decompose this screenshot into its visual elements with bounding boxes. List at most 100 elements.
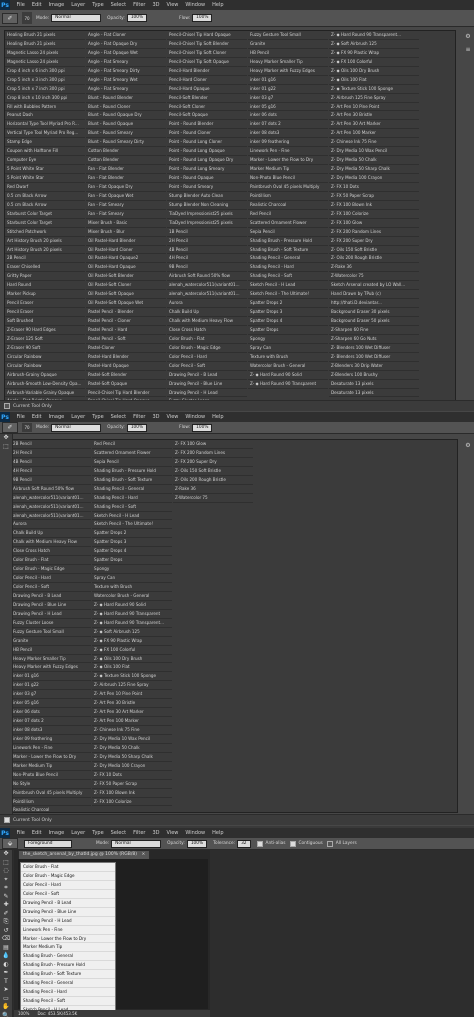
preset-item[interactable]: Texture with Brush xyxy=(92,583,172,592)
preset-item[interactable]: Blunt - Round Smeary xyxy=(86,129,166,139)
preset-item[interactable]: Linework Pen - Fine xyxy=(248,147,328,157)
preset-item[interactable]: Crop 4 inch x 6 inch 300 ppi xyxy=(5,67,85,76)
menu-layer[interactable]: Layer xyxy=(68,414,89,420)
preset-item[interactable]: Color Brush - Magic Edge xyxy=(167,344,247,353)
preset-item[interactable]: Z-Eraser 90 Hard Edges xyxy=(5,326,85,335)
preset-item[interactable]: Angle - Flat Smeary Wet xyxy=(86,76,166,85)
preset-item[interactable]: Scattered Ornament Flower xyxy=(92,449,172,458)
preset-item[interactable]: inker 08 dots3 xyxy=(248,129,328,139)
preset-item[interactable]: Realistic Charcoal xyxy=(11,806,91,812)
preset-item[interactable]: Spatter Drops 3 xyxy=(92,538,172,548)
preset-item[interactable]: Pastel Pencil - Soft xyxy=(86,335,166,344)
preset-item[interactable]: Granite xyxy=(11,637,91,646)
menu-3d[interactable]: 3D xyxy=(149,830,163,836)
preset-item[interactable]: 5 Point White Star xyxy=(5,174,85,183)
preset-item[interactable]: http://thati.D.deviantar... xyxy=(329,299,419,309)
all-layers-checkbox[interactable] xyxy=(326,840,333,847)
preset-item[interactable]: Drawing Pencil - H Lead xyxy=(167,389,247,398)
menu-image[interactable]: Image xyxy=(45,414,68,420)
opacity-field[interactable]: 100% xyxy=(126,423,148,432)
flow-field[interactable]: 100% xyxy=(192,423,213,432)
preset-item[interactable]: Pencil-Chisel Tip Hard Blender xyxy=(86,389,166,398)
preset-item[interactable]: Shading Pencil - Soft xyxy=(248,272,328,282)
preset-item[interactable]: Z- ◆ Hard Round 90 Transparent... xyxy=(329,31,419,40)
preset-item[interactable]: Z-Eraser 90 Soft xyxy=(5,344,85,353)
preset-item[interactable]: Shading Pencil - Soft xyxy=(92,503,172,512)
preset-item[interactable]: Z- ◆ Hard Round 90 Solid xyxy=(248,371,328,380)
preset-item[interactable]: Point - Round Long Cloner xyxy=(167,138,247,148)
preset-item[interactable]: Cotton Blender xyxy=(86,147,166,157)
preset-item[interactable]: Starburst Color Target xyxy=(5,210,85,219)
preset-item[interactable]: inker 03 g7 xyxy=(248,94,328,103)
preset-item[interactable]: Drawing Pencil - B Lead xyxy=(167,371,247,380)
preset-item[interactable]: Heavy Marker Smaller Tip xyxy=(11,655,91,664)
menu-type[interactable]: Type xyxy=(89,830,107,836)
preset-item[interactable]: Z- ◆ FX 100 Colorful xyxy=(92,646,172,655)
preset-item[interactable]: Non-Photo Blue Pencil xyxy=(248,174,328,183)
preset-item[interactable]: 4H Pencil xyxy=(167,254,247,264)
preset-item[interactable]: Drawing Pencil - H Lead xyxy=(11,610,91,619)
preset-item[interactable]: Scattered Ornament Flower xyxy=(248,219,328,228)
preset-item[interactable]: Z- Oils 150 Soft Bristle xyxy=(173,467,253,476)
preset-item[interactable]: Fuzzy Cluster Loose xyxy=(11,619,91,628)
preset-item[interactable]: Color Brush - Magic Edge xyxy=(11,565,91,575)
brush-tool-icon[interactable]: ✐ xyxy=(2,422,18,433)
preset-item[interactable]: Shading Brush - Soft Texture xyxy=(92,476,172,485)
preset-item[interactable]: Granite xyxy=(248,40,328,49)
preset-item[interactable]: Oil Pastel-Soft Opaque xyxy=(86,290,166,300)
preset-item[interactable]: Marker - Lower the Flow to Dry xyxy=(21,934,115,944)
preset-item[interactable]: Coupon with Halftone Fill xyxy=(5,147,85,157)
preset-item[interactable]: Sketch Pencil - The Ultimate! xyxy=(92,520,172,530)
preset-item[interactable]: Oil Pastel-Hard Blender xyxy=(86,237,166,246)
preset-item[interactable]: inker 06 dots xyxy=(11,708,91,718)
preset-item[interactable]: Angle - Flat Opaque Wet xyxy=(86,49,166,58)
preset-item[interactable]: Pastel-Hard Blender xyxy=(86,353,166,362)
preset-item[interactable]: Z- Blenders 100 Wet Diffuser xyxy=(329,353,419,362)
menu-select[interactable]: Select xyxy=(107,830,129,836)
preset-item[interactable]: Z- Art Pen 100 Marker xyxy=(92,717,172,726)
menu-type[interactable]: Type xyxy=(89,414,107,420)
preset-item[interactable]: Pastel-Cloner xyxy=(86,344,166,353)
preset-item[interactable]: Angle - Flat Cloner xyxy=(86,31,166,40)
preset-item[interactable]: Texture with Brush xyxy=(248,353,328,362)
preset-item[interactable]: Spatter Drops 2 xyxy=(248,299,328,309)
preset-item[interactable]: Fuzzy Gesture Tool Small xyxy=(248,31,328,40)
preset-item[interactable]: Pencil-Chisel Tip Soft Blender xyxy=(167,40,247,49)
preset-item[interactable]: Computer Eye xyxy=(5,156,85,166)
menu-file[interactable]: File xyxy=(13,2,28,8)
preset-item[interactable]: Pointillism xyxy=(248,192,328,201)
preset-item[interactable]: Color Pencil - Hard xyxy=(21,880,115,890)
preset-item[interactable]: Color Pencil - Soft xyxy=(11,583,91,592)
preset-item[interactable]: Z- Dry Media 100 Crayon xyxy=(329,174,419,183)
preset-item[interactable]: Z- FX 200 Random Lines xyxy=(173,449,253,458)
preset-item[interactable]: Z- Blenders 100 Wet Diffuser xyxy=(329,344,419,353)
document-tab[interactable]: the_sketch_arsenal_by_thatld.jpg @ 100% … xyxy=(18,850,151,859)
preset-item[interactable]: Linework Pen - Fine xyxy=(11,744,91,753)
preset-item[interactable]: Z- ◆ Texture Stick 100 Sponge xyxy=(92,672,172,682)
preset-item[interactable]: Spongy xyxy=(248,335,328,344)
menu-window[interactable]: Window xyxy=(182,2,209,8)
preset-item[interactable]: Blunt - Round Blender xyxy=(86,94,166,103)
path-select-icon[interactable]: ➤ xyxy=(0,986,12,995)
preset-item[interactable]: Z- ◆ Hard Round 90 Solid xyxy=(92,601,172,610)
preset-item[interactable]: 0.5 cm Black Arrow xyxy=(5,192,85,201)
preset-item[interactable]: Chalk with Medium Heavy Flow xyxy=(11,538,91,548)
preset-item[interactable]: inker 08 dots3 xyxy=(11,726,91,735)
menu-3d[interactable]: 3D xyxy=(149,414,163,420)
menu-layer[interactable]: Layer xyxy=(68,830,89,836)
preset-item[interactable]: Z- FX 50 Paper Scrap xyxy=(329,192,419,201)
preset-item[interactable]: Fan - Flat Opaque Dry xyxy=(86,183,166,192)
preset-item[interactable]: Pencil-Hard Cloner xyxy=(167,76,247,85)
menu-help[interactable]: Help xyxy=(209,830,227,836)
preset-item[interactable]: Fan - Flat Blender xyxy=(86,174,166,183)
preset-item[interactable]: Z- Art Pen 30 Bristle xyxy=(92,699,172,709)
preset-item[interactable]: Pencil-Chisel Tip Soft Opaque xyxy=(167,58,247,67)
preset-item[interactable]: Crop 5 inch x 7 inch 300 ppi xyxy=(5,85,85,94)
preset-item[interactable]: inker 01 g22 xyxy=(11,681,91,691)
preset-item[interactable]: Z- Art Pen 30 Bristle xyxy=(329,111,419,121)
history-brush-icon[interactable]: ↺ xyxy=(0,927,12,936)
preset-item[interactable]: Color Brush - Flat xyxy=(167,335,247,344)
preset-item[interactable]: Stump Blender Auto Clean xyxy=(167,192,247,201)
preset-item[interactable]: 9B Pencil xyxy=(11,476,91,485)
preset-item[interactable]: Pencil Eraser xyxy=(5,299,85,309)
